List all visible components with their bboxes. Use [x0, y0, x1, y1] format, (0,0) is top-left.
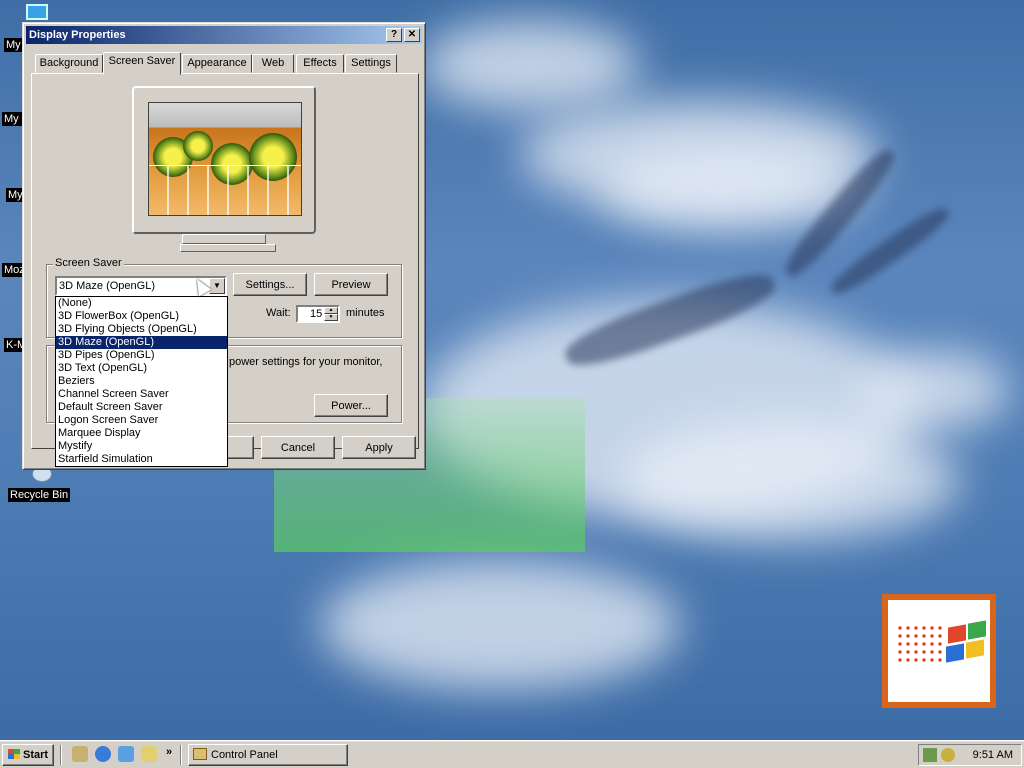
list-item[interactable]: 3D Text (OpenGL): [56, 362, 227, 375]
media-icon[interactable]: [141, 746, 157, 762]
taskbar-separator: [60, 745, 62, 765]
network-icon[interactable]: [923, 748, 937, 762]
list-item[interactable]: 3D Flying Objects (OpenGL): [56, 323, 227, 336]
windows-logo: [882, 594, 996, 708]
monitor-stand: [182, 234, 266, 244]
dialog-title: Display Properties: [29, 29, 126, 41]
monitor-preview: [132, 86, 316, 234]
dropdown-arrow-button[interactable]: ▼: [209, 278, 225, 294]
preview-button[interactable]: Preview: [314, 273, 388, 296]
taskbar-separator: [180, 745, 182, 765]
screen-saver-preview: [148, 102, 302, 216]
control-panel-icon: [193, 748, 207, 760]
windows-flag-icon: [7, 749, 20, 759]
cancel-button[interactable]: Cancel: [261, 436, 335, 459]
start-button[interactable]: Start: [2, 744, 54, 766]
list-item[interactable]: (None): [56, 297, 227, 310]
energy-saving-text: power settings for your monitor,: [229, 356, 383, 368]
taskbar-button-control-panel[interactable]: Control Panel: [188, 744, 348, 766]
taskbar-button-label: Control Panel: [211, 749, 278, 761]
outlook-express-icon[interactable]: [118, 746, 134, 762]
tab-web[interactable]: Web: [252, 54, 294, 73]
taskbar: Start » Control Panel 9:51 AM: [0, 740, 1024, 768]
wait-minutes-spinner[interactable]: 15 ▲ ▼: [296, 305, 340, 323]
settings-button[interactable]: Settings...: [233, 273, 307, 296]
apply-button[interactable]: Apply: [342, 436, 416, 459]
screen-saver-dropdown-list: (None) 3D FlowerBox (OpenGL) 3D Flying O…: [55, 296, 228, 467]
list-item[interactable]: 3D Pipes (OpenGL): [56, 349, 227, 362]
list-item[interactable]: Default Screen Saver: [56, 401, 227, 414]
screen-saver-selected-value: 3D Maze (OpenGL): [59, 280, 155, 292]
internet-explorer-icon[interactable]: [95, 746, 111, 762]
desktop-icon-label: My: [4, 38, 23, 52]
list-item[interactable]: Beziers: [56, 375, 227, 388]
desktop-icon-label: Recycle Bin: [8, 488, 71, 502]
tab-screen-saver[interactable]: Screen Saver: [103, 52, 181, 75]
spinner-down-arrow-icon[interactable]: ▼: [324, 314, 338, 321]
monitor-base: [180, 244, 276, 252]
show-desktop-icon[interactable]: [72, 746, 88, 762]
list-item[interactable]: Marquee Display: [56, 427, 227, 440]
power-button[interactable]: Power...: [314, 394, 388, 417]
clock[interactable]: 9:51 AM: [973, 749, 1013, 761]
tab-effects[interactable]: Effects: [296, 54, 344, 73]
wait-label: Wait:: [266, 307, 291, 319]
volume-icon[interactable]: [941, 748, 955, 762]
list-item[interactable]: Logon Screen Saver: [56, 414, 227, 427]
help-button[interactable]: ?: [386, 28, 402, 42]
title-bar[interactable]: Display Properties ? ✕: [26, 26, 422, 44]
system-tray: 9:51 AM: [918, 744, 1022, 766]
computer-icon: [26, 4, 48, 20]
tab-settings[interactable]: Settings: [345, 54, 397, 73]
minutes-label: minutes: [346, 307, 385, 319]
spinner-up-arrow-icon[interactable]: ▲: [324, 307, 338, 314]
list-item[interactable]: 3D FlowerBox (OpenGL): [56, 310, 227, 323]
close-button[interactable]: ✕: [404, 28, 420, 42]
list-item[interactable]: Channel Screen Saver: [56, 388, 227, 401]
wait-minutes-value[interactable]: 15: [310, 307, 322, 321]
list-item[interactable]: Mystify: [56, 440, 227, 453]
tab-appearance[interactable]: Appearance: [182, 54, 252, 73]
list-item-selected[interactable]: 3D Maze (OpenGL): [56, 336, 227, 349]
quicklaunch-chevron-icon[interactable]: »: [166, 746, 172, 758]
tab-background[interactable]: Background: [35, 54, 103, 73]
screen-saver-group-label: Screen Saver: [53, 257, 124, 269]
start-label: Start: [23, 749, 49, 761]
list-item[interactable]: Starfield Simulation: [56, 453, 227, 466]
